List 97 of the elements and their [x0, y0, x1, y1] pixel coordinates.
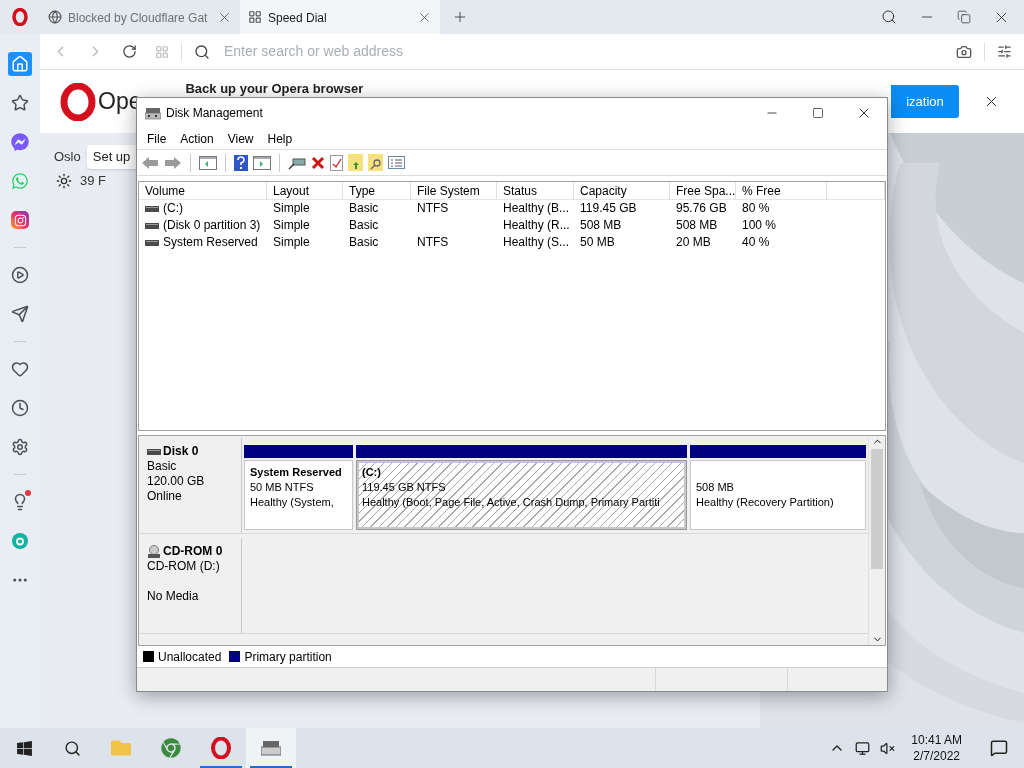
disk-type: CD-ROM (D:): [147, 559, 221, 574]
folder-search-icon[interactable]: [368, 154, 383, 171]
folder-up-icon[interactable]: [348, 154, 363, 171]
table-cell: 40 %: [742, 234, 770, 251]
network-icon[interactable]: [855, 740, 871, 756]
disk-status: No Media: [147, 589, 200, 604]
table-cell: (C:): [163, 200, 183, 217]
table-cell: Basic: [349, 217, 379, 234]
column-header[interactable]: Volume: [139, 182, 267, 199]
column-header[interactable]: Layout: [267, 182, 343, 199]
globe-icon: [48, 10, 62, 24]
menu-item[interactable]: File: [140, 129, 174, 148]
temperature: 39 F: [80, 172, 106, 190]
disk-status: Online: [147, 489, 183, 504]
table-cell: System Reserved: [163, 234, 258, 251]
cd-drive-icon: [147, 544, 161, 559]
partition-block[interactable]: (C:) 119.45 GB NTFS Healthy (Boot, Page File, Active, Crash Dump, Primary Partiti: [356, 460, 687, 530]
search-icon[interactable]: [881, 9, 897, 25]
back-arrow-icon[interactable]: [141, 155, 159, 170]
table-cell: Simple: [273, 200, 310, 217]
app-icon: [145, 106, 161, 120]
browser-tab[interactable]: Blocked by Cloudflare Gat: [40, 0, 240, 34]
sun-icon: [56, 172, 72, 189]
disk-management-icon[interactable]: [246, 728, 296, 768]
table-cell: Healthy (S...: [503, 234, 570, 251]
tab-title: Speed Dial: [268, 11, 327, 25]
table-cell: Healthy (R...: [503, 217, 570, 234]
camera-icon[interactable]: [956, 43, 972, 60]
partition-block[interactable]: System Reserved 50 MB NTFS Healthy (System,: [244, 460, 353, 530]
home-icon[interactable]: [8, 52, 32, 76]
partition-status: Healthy (System,: [250, 495, 335, 510]
disk-name: Disk 0: [163, 444, 199, 459]
table-cell: NTFS: [417, 234, 449, 251]
instagram-icon[interactable]: [8, 208, 32, 232]
table-cell: 50 MB: [580, 234, 615, 251]
console-tree-icon[interactable]: [199, 155, 217, 170]
column-header[interactable]: Type: [343, 182, 411, 199]
table-cell: 80 %: [742, 200, 770, 217]
opera-logo-icon: [60, 82, 96, 121]
legend-label: Primary partition: [244, 648, 332, 666]
settings-icon[interactable]: [997, 44, 1012, 59]
menu-item[interactable]: View: [220, 129, 261, 148]
checklist-icon[interactable]: [330, 154, 343, 171]
banner-title: Back up your Opera browser: [185, 81, 364, 96]
table-cell: Basic: [349, 200, 379, 217]
properties-pane-icon[interactable]: [253, 155, 271, 170]
messenger-icon[interactable]: [8, 130, 32, 154]
table-cell: 20 MB: [676, 234, 711, 251]
restore-icon[interactable]: [957, 10, 971, 24]
table-cell: 100 %: [742, 217, 777, 234]
menu-item[interactable]: Help: [260, 129, 300, 148]
column-header[interactable]: Status: [497, 182, 574, 199]
table-cell: 508 MB: [676, 217, 718, 234]
tab-title: Blocked by Cloudflare Gat: [68, 11, 208, 25]
table-cell: Simple: [273, 234, 310, 251]
table-cell: Healthy (B...: [503, 200, 570, 217]
window-title: Disk Management: [166, 105, 263, 122]
help-icon[interactable]: [234, 154, 248, 171]
disk-size: 120.00 GB: [147, 474, 206, 489]
search-icon: [194, 43, 210, 60]
disk-name: CD-ROM 0: [163, 544, 223, 559]
menu-item[interactable]: Action: [173, 129, 221, 148]
partition-size: 119.45 GB NTFS: [362, 480, 447, 495]
browser-tab[interactable]: Speed Dial: [240, 0, 440, 34]
connect-icon[interactable]: [288, 155, 306, 170]
reload-icon[interactable]: [122, 44, 137, 59]
partition-name: System Reserved: [250, 465, 343, 480]
table-cell: (Disk 0 partition 3): [163, 217, 261, 234]
partition-block[interactable]: 508 MB Healthy (Recovery Partition): [690, 460, 866, 530]
opera-logo-icon[interactable]: [12, 8, 28, 26]
maximize-icon: [812, 107, 824, 119]
column-header[interactable]: Capacity: [574, 182, 670, 199]
partition-status: Healthy (Recovery Partition): [696, 495, 835, 510]
partition-name: (C:): [362, 465, 382, 480]
table-cell: Simple: [273, 217, 310, 234]
table-cell: 95.76 GB: [676, 200, 727, 217]
table-cell: 119.45 GB: [580, 200, 637, 217]
clock[interactable]: 10:41 AM 2/7/2022: [905, 732, 968, 764]
scrollbar[interactable]: [868, 436, 885, 645]
column-header[interactable]: Free Spa...: [670, 182, 736, 199]
speed-dial-icon: [248, 10, 262, 24]
forward-arrow-icon[interactable]: [164, 155, 182, 170]
notification-icon[interactable]: [990, 739, 1008, 757]
partition-size: 50 MB NTFS: [250, 480, 315, 495]
table-cell: NTFS: [417, 200, 449, 217]
legend-label: Unallocated: [158, 648, 222, 666]
city-label: Oslo: [54, 148, 81, 166]
partition-size: 508 MB: [696, 480, 735, 495]
partition-status: Healthy (Boot, Page File, Active, Crash Dump, Primary Partiti: [362, 495, 661, 510]
delete-icon[interactable]: [311, 155, 325, 170]
table-cell: Basic: [349, 234, 379, 251]
column-header[interactable]: File System: [411, 182, 497, 199]
column-header[interactable]: % Free: [736, 182, 827, 199]
disk-type: Basic: [147, 459, 178, 474]
list-view-icon[interactable]: [388, 156, 405, 169]
table-cell: 508 MB: [580, 217, 622, 234]
muted-speaker-icon[interactable]: [880, 740, 896, 756]
